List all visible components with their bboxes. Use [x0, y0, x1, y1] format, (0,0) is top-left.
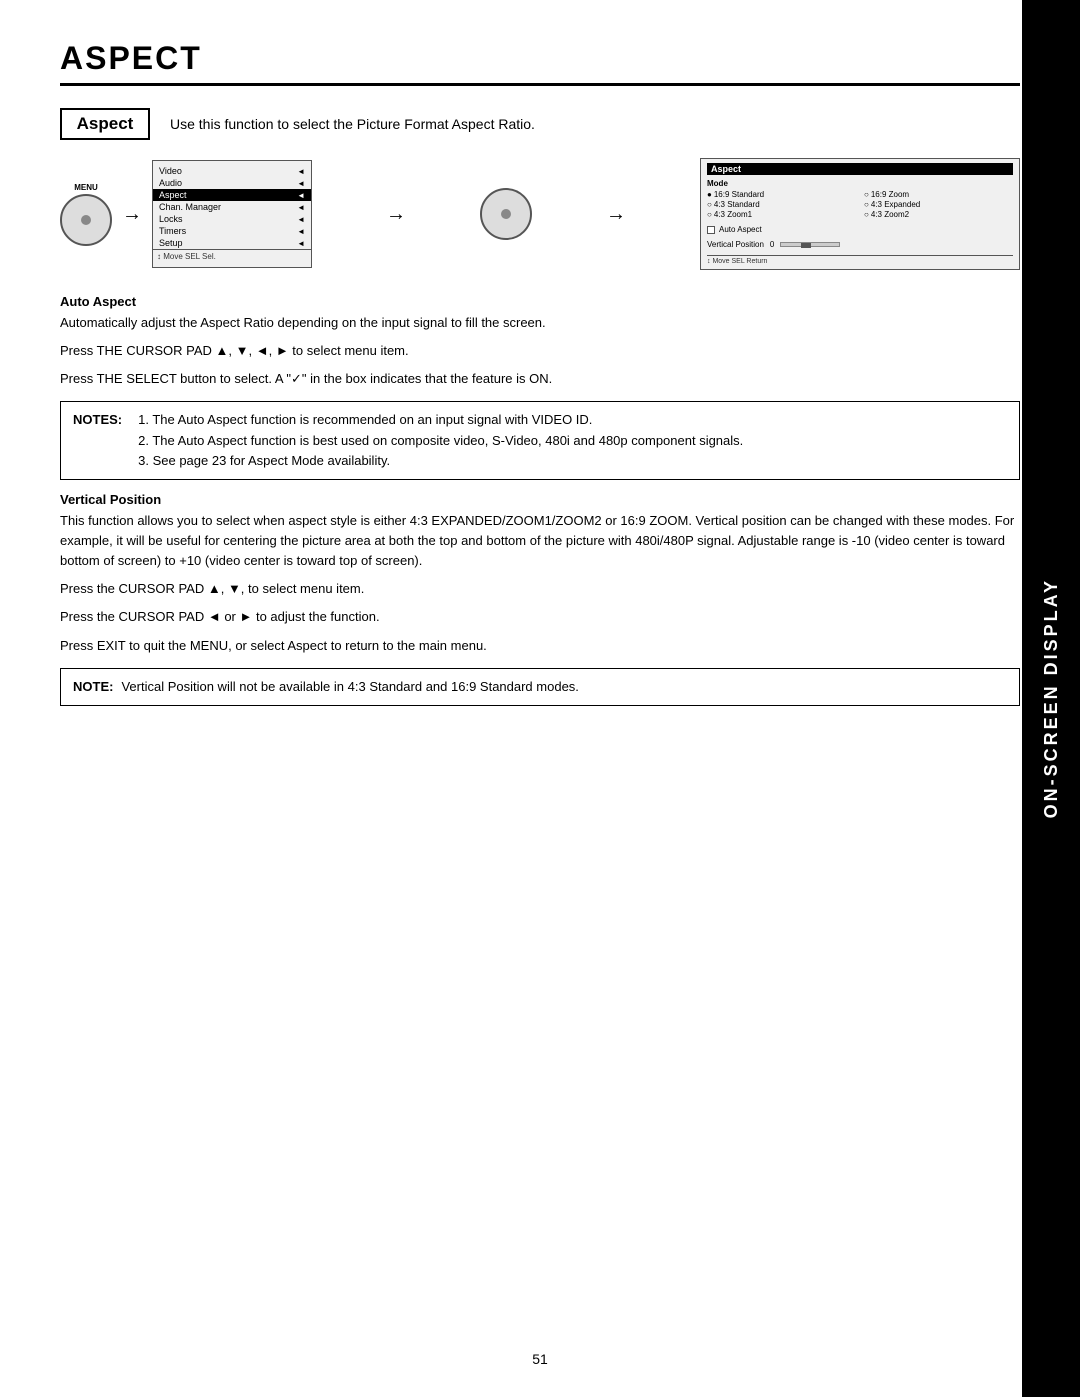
aspect-label-box: Aspect: [60, 108, 150, 140]
radio-169std: [707, 190, 712, 199]
vpos-value: 0: [770, 240, 774, 249]
remote-center-dot: [81, 215, 91, 225]
aspect-option-169std-label: 16:9 Standard: [714, 190, 764, 199]
select-remote-dot: [501, 209, 511, 219]
notes-header: NOTES:: [73, 410, 122, 430]
page-number: 51: [532, 1351, 548, 1367]
menu-item-aspect-arrow: ◄: [297, 191, 305, 200]
aspect-panel-auto: Auto Aspect: [707, 225, 1013, 234]
menu-item-audio-label: Audio: [159, 178, 182, 188]
aspect-panel-vpos: Vertical Position 0: [707, 240, 1013, 249]
vertical-position-text4: Press EXIT to quit the MENU, or select A…: [60, 636, 1020, 656]
note-item-3: 3. See page 23 for Aspect Mode availabil…: [138, 451, 743, 471]
vpos-bar: [780, 242, 840, 247]
menu-item-locks-label: Locks: [159, 214, 183, 224]
menu-item-setup-arrow: ◄: [297, 239, 305, 248]
aspect-option-43std-label: 4:3 Standard: [714, 200, 760, 209]
aspect-option-43exp: 4:3 Expanded: [864, 200, 1013, 209]
arrow-right-1: →: [122, 203, 142, 226]
aspect-option-43std: 4:3 Standard: [707, 200, 856, 209]
menu-panel: Video ◄ Audio ◄ Aspect ◄ Chan. Manager ◄: [152, 160, 312, 268]
notes-header-row: NOTES: 1. The Auto Aspect function is re…: [73, 410, 1007, 470]
auto-aspect-text2: Press THE CURSOR PAD ▲, ▼, ◄, ► to selec…: [60, 341, 1020, 361]
aspect-panel-mode-label: Mode: [707, 179, 1013, 188]
menu-item-audio-arrow: ◄: [297, 179, 305, 188]
select-remote-wrapper: [480, 188, 532, 240]
menu-move-bar: ↕ Move SEL Sel.: [153, 249, 311, 263]
sidebar-text: ON-SCREEN DISPLAY: [1041, 578, 1062, 818]
page-title: ASPECT: [60, 40, 1020, 86]
aspect-option-43z2-label: 4:3 Zoom2: [871, 210, 909, 219]
menu-item-video-arrow: ◄: [297, 167, 305, 176]
vertical-position-text1: This function allows you to select when …: [60, 511, 1020, 571]
menu-item-chan-label: Chan. Manager: [159, 202, 221, 212]
diagram-container: MENU → Video ◄ Audio ◄ Aspe: [60, 158, 1020, 270]
aspect-panel-title: Aspect: [707, 163, 1013, 175]
menu-item-setup: Setup ◄: [153, 237, 311, 249]
radio-43z2: [864, 210, 869, 219]
note-item-1: 1. The Auto Aspect function is recommend…: [138, 410, 743, 430]
auto-aspect-text1: Automatically adjust the Aspect Ratio de…: [60, 313, 1020, 333]
menu-item-chan: Chan. Manager ◄: [153, 201, 311, 213]
vertical-position-title: Vertical Position: [60, 492, 1020, 507]
sidebar-vertical: ON-SCREEN DISPLAY: [1022, 0, 1080, 1397]
menu-item-chan-arrow: ◄: [297, 203, 305, 212]
vertical-position-text2: Press the CURSOR PAD ▲, ▼, to select men…: [60, 579, 1020, 599]
aspect-panel: Aspect Mode 16:9 Standard 16:9 Zoom 4:3 …: [700, 158, 1020, 270]
vertical-position-text3: Press the CURSOR PAD ◄ or ► to adjust th…: [60, 607, 1020, 627]
menu-item-video: Video ◄: [153, 165, 311, 177]
vpos-label: Vertical Position: [707, 240, 764, 249]
diagram-left: MENU → Video ◄ Audio ◄ Aspe: [60, 160, 312, 268]
menu-panel-box: Video ◄ Audio ◄ Aspect ◄ Chan. Manager ◄: [152, 160, 312, 268]
aspect-panel-options: 16:9 Standard 16:9 Zoom 4:3 Standard 4:3…: [707, 190, 1013, 219]
auto-aspect-title: Auto Aspect: [60, 294, 1020, 309]
radio-43z1: [707, 210, 712, 219]
auto-aspect-checkbox: [707, 226, 715, 234]
menu-item-timers: Timers ◄: [153, 225, 311, 237]
radio-169zoom: [864, 190, 869, 199]
menu-item-aspect: Aspect ◄: [153, 189, 311, 201]
menu-item-aspect-label: Aspect: [159, 190, 187, 200]
radio-43exp: [864, 200, 869, 209]
aspect-option-43z1: 4:3 Zoom1: [707, 210, 856, 219]
remote-icon: [60, 194, 112, 246]
vpos-indicator: [801, 243, 811, 248]
menu-item-video-label: Video: [159, 166, 182, 176]
aspect-option-43exp-label: 4:3 Expanded: [871, 200, 920, 209]
notes-list: 1. The Auto Aspect function is recommend…: [138, 410, 743, 470]
aspect-option-169zoom-label: 16:9 Zoom: [871, 190, 909, 199]
aspect-option-43z2: 4:3 Zoom2: [864, 210, 1013, 219]
radio-43std: [707, 200, 712, 209]
note-item-2: 2. The Auto Aspect function is best used…: [138, 431, 743, 451]
notes-box: NOTES: 1. The Auto Aspect function is re…: [60, 401, 1020, 479]
menu-item-locks-arrow: ◄: [297, 215, 305, 224]
select-remote-icon: [480, 188, 532, 240]
menu-item-audio: Audio ◄: [153, 177, 311, 189]
auto-aspect-label: Auto Aspect: [719, 225, 762, 234]
arrow-right-2: →: [386, 203, 406, 226]
menu-item-setup-label: Setup: [159, 238, 183, 248]
note-single-box: NOTE: Vertical Position will not be avai…: [60, 668, 1020, 706]
aspect-option-169std: 16:9 Standard: [707, 190, 856, 199]
aspect-description: Use this function to select the Picture …: [170, 108, 535, 135]
aspect-panel-footer: ↕ Move SEL Return: [707, 255, 1013, 265]
menu-item-locks: Locks ◄: [153, 213, 311, 225]
menu-item-timers-arrow: ◄: [297, 227, 305, 236]
note-single-header: NOTE:: [73, 677, 113, 697]
note-single-text: Vertical Position will not be available …: [121, 677, 578, 697]
aspect-option-43z1-label: 4:3 Zoom1: [714, 210, 752, 219]
arrow-right-3: →: [606, 203, 626, 226]
aspect-option-169zoom: 16:9 Zoom: [864, 190, 1013, 199]
auto-aspect-text3: Press THE SELECT button to select. A "✓"…: [60, 369, 1020, 389]
menu-remote-wrapper: MENU: [60, 183, 112, 246]
menu-item-timers-label: Timers: [159, 226, 186, 236]
menu-label: MENU: [74, 183, 98, 192]
